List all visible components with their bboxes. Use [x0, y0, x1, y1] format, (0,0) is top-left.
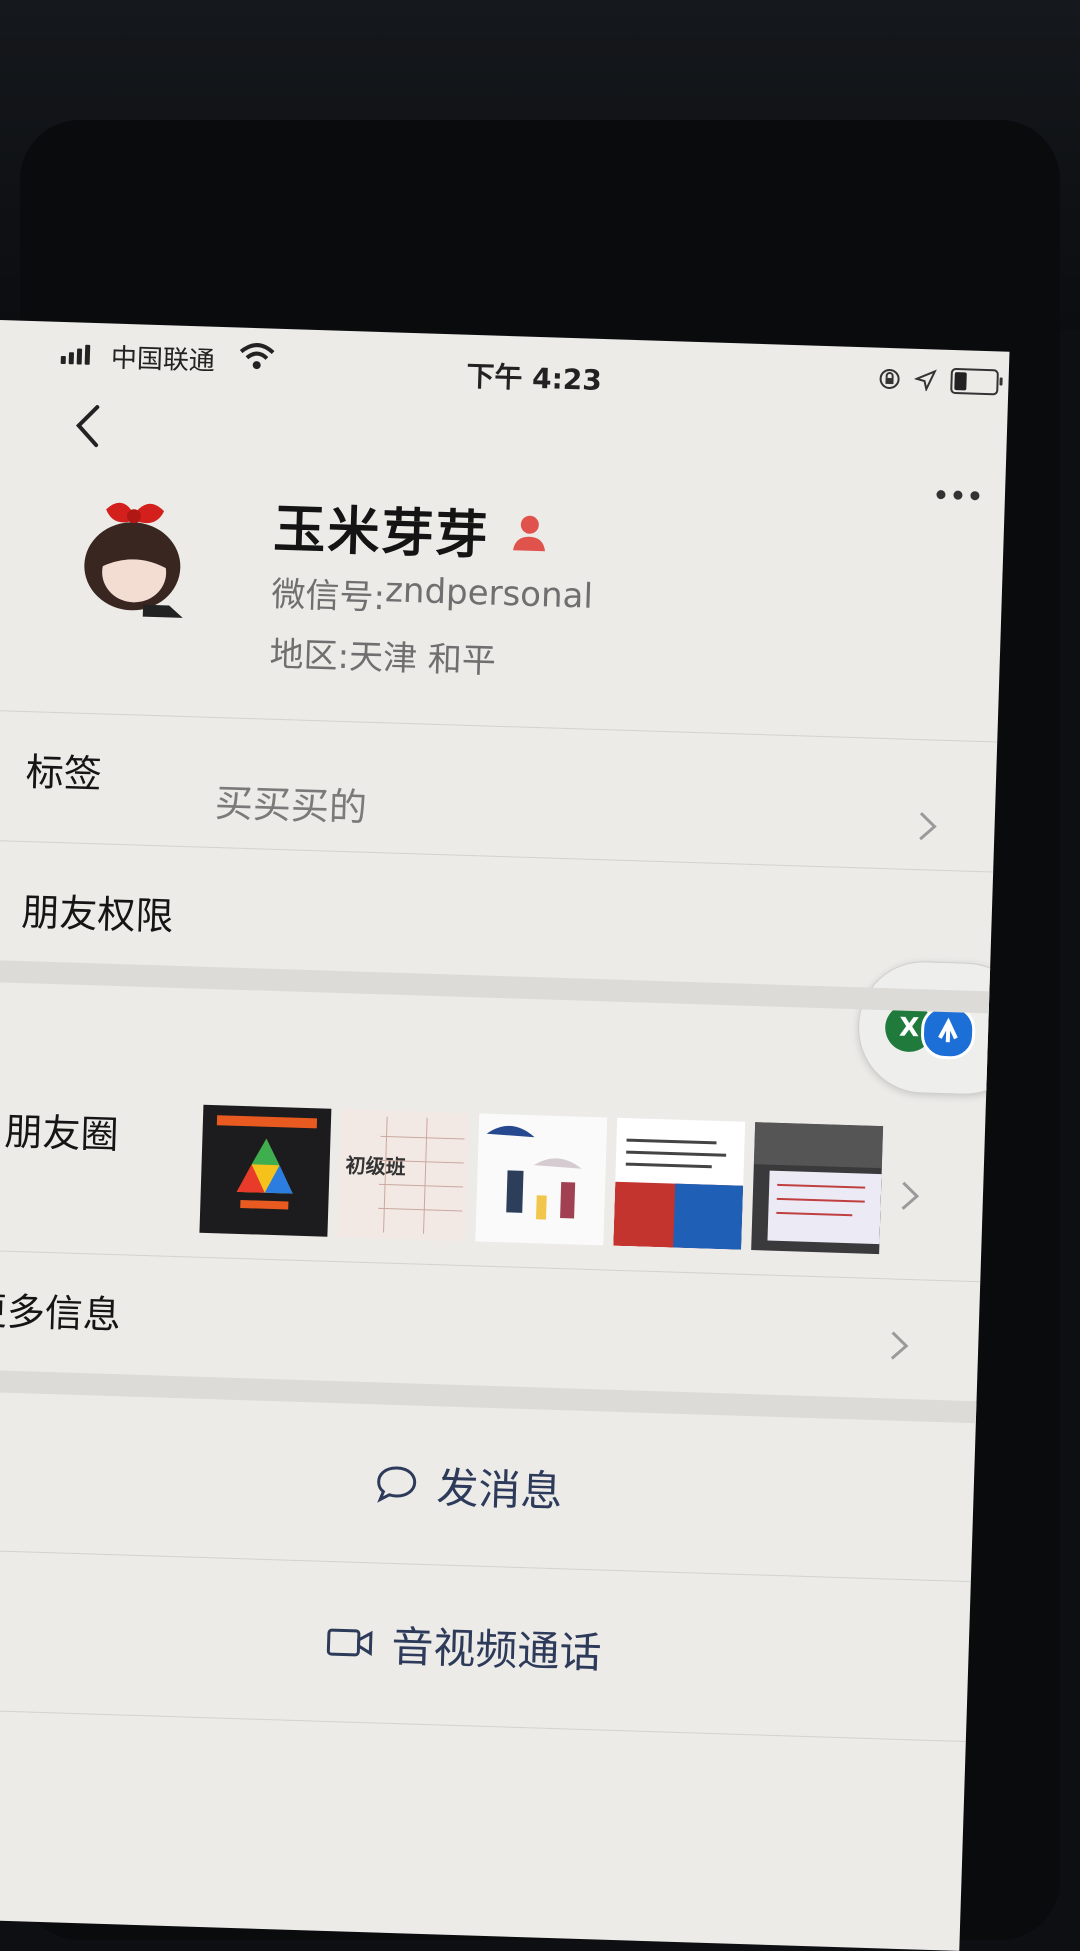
wifi-icon	[238, 342, 275, 375]
back-arrow-icon	[75, 405, 100, 448]
section-gap	[0, 959, 990, 1014]
divider	[0, 1249, 981, 1283]
wechat-id-row: 微信号: zndpersonal	[271, 567, 594, 626]
moments-thumb	[613, 1117, 746, 1250]
moments-thumbnails: 初级班	[199, 1104, 884, 1255]
status-time: 下午 4:23	[465, 359, 603, 397]
floating-window-pill[interactable]: X	[856, 959, 1010, 1097]
divider	[0, 1709, 966, 1743]
divider	[0, 839, 994, 873]
chevron-right-icon	[901, 1181, 920, 1210]
wechat-id-value: zndpersonal	[384, 570, 594, 617]
carrier-label: 中国联通	[110, 343, 216, 377]
friend-permissions-label: 朋友权限	[20, 889, 175, 939]
back-button[interactable]	[68, 400, 110, 451]
divider	[0, 709, 998, 743]
profile-name: 玉米芽芽	[272, 499, 491, 567]
wechat-id-label: 微信号:	[270, 574, 386, 619]
video-call-button[interactable]: 音视频通话	[0, 1599, 969, 1692]
moments-thumb	[751, 1122, 884, 1255]
region-label: 地区:	[268, 634, 350, 678]
divider	[0, 1549, 971, 1583]
tags-value: 买买买的	[214, 781, 368, 830]
profile-name-row: 玉米芽芽	[273, 487, 549, 571]
tags-label: 标签	[25, 750, 103, 797]
video-call-label: 音视频通话	[390, 1621, 603, 1678]
lock-rotation-icon	[879, 368, 900, 389]
battery-icon	[950, 367, 999, 396]
region-value: 天津 和平	[348, 637, 497, 682]
more-options-button[interactable]	[935, 473, 982, 509]
avatar[interactable]	[72, 482, 217, 627]
moments-thumb	[475, 1113, 608, 1246]
gender-icon	[513, 515, 546, 551]
send-message-label: 发消息	[435, 1463, 564, 1517]
section-gap	[0, 1369, 977, 1424]
chevron-right-icon	[890, 1331, 909, 1360]
phone-screen: 中国联通 下午 4:23 玉米芽芽 微信号: zndpersonal 地区: 天…	[0, 320, 1010, 1951]
video-camera-icon	[326, 1628, 373, 1656]
moments-thumb	[199, 1104, 332, 1237]
region-row: 地区: 天津 和平	[269, 627, 497, 683]
moments-thumb: 初级班	[337, 1109, 470, 1242]
more-dots-icon	[936, 490, 980, 501]
send-message-button[interactable]: 发消息	[0, 1439, 974, 1532]
location-icon	[914, 369, 937, 392]
signal-icon	[60, 344, 91, 365]
chevron-right-icon	[919, 812, 937, 841]
moments-label: 朋友圈	[3, 1109, 120, 1158]
status-right-icons	[878, 366, 999, 396]
more-info-label: 更多信息	[0, 1288, 122, 1338]
chat-bubble-icon	[377, 1466, 417, 1503]
